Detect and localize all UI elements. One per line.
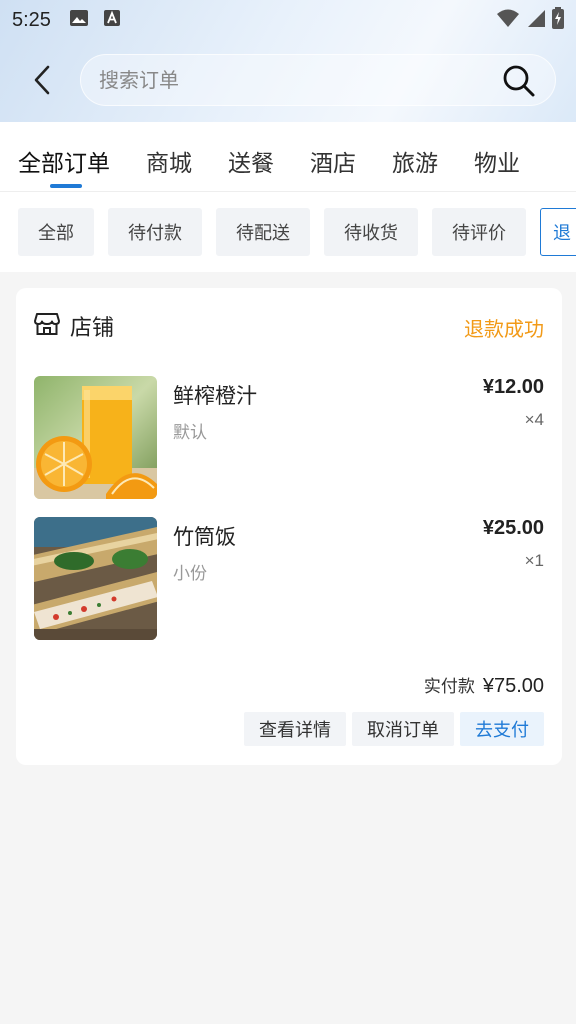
shop-name: 店铺 xyxy=(70,316,115,341)
tab-hotel[interactable]: 酒店 xyxy=(310,122,356,191)
signal-icon xyxy=(526,8,546,32)
search-header xyxy=(0,52,576,108)
filter-pending-receipt[interactable]: 待收货 xyxy=(324,208,418,256)
total-amount: ¥75.00 xyxy=(482,675,544,697)
filter-refund[interactable]: 退 xyxy=(540,208,576,256)
filter-pending-delivery[interactable]: 待配送 xyxy=(216,208,310,256)
search-box[interactable] xyxy=(80,54,556,106)
tab-mall[interactable]: 商城 xyxy=(146,122,192,191)
item-price: ¥25.00 xyxy=(482,517,544,539)
status-bar: 5:25 xyxy=(0,0,576,40)
order-actions: 查看详情 取消订单 去支付 xyxy=(244,712,544,746)
store-icon xyxy=(34,312,60,340)
status-time: 5:25 xyxy=(12,8,51,31)
item-spec: 默认 xyxy=(173,423,207,443)
view-details-button[interactable]: 查看详情 xyxy=(244,712,346,746)
item-price: ¥12.00 xyxy=(482,376,544,398)
filter-all[interactable]: 全部 xyxy=(18,208,94,256)
gallery-icon xyxy=(69,9,89,31)
tab-travel[interactable]: 旅游 xyxy=(392,122,438,191)
item-quantity: ×4 xyxy=(524,410,544,429)
text-input-icon xyxy=(103,9,121,31)
item-quantity: ×1 xyxy=(524,551,544,570)
order-status: 退款成功 xyxy=(464,317,544,341)
search-icon[interactable] xyxy=(501,63,537,99)
orange-juice-photo xyxy=(34,376,157,499)
tab-property[interactable]: 物业 xyxy=(474,122,520,191)
cancel-order-button[interactable]: 取消订单 xyxy=(352,712,454,746)
filter-pending-review[interactable]: 待评价 xyxy=(432,208,526,256)
total-label: 实付款 xyxy=(423,677,475,697)
shop-header[interactable]: 店铺 xyxy=(34,310,114,342)
item-name: 鲜榨橙汁 xyxy=(173,384,257,408)
order-total: 实付款 ¥75.00 xyxy=(424,672,544,698)
back-button[interactable] xyxy=(18,56,66,104)
search-input[interactable] xyxy=(99,68,479,92)
order-item[interactable]: 鲜榨橙汁 默认 ¥12.00 ×4 xyxy=(34,376,544,500)
back-arrow-icon xyxy=(34,65,50,95)
tab-food-delivery[interactable]: 送餐 xyxy=(228,122,274,191)
wifi-icon xyxy=(496,8,520,32)
tab-all-orders[interactable]: 全部订单 xyxy=(18,122,110,191)
order-item[interactable]: 竹筒饭 小份 ¥25.00 ×1 xyxy=(34,517,544,641)
bamboo-rice-photo xyxy=(34,517,157,640)
battery-icon xyxy=(552,7,564,33)
status-filter-bar: 全部 待付款 待配送 待收货 待评价 退 xyxy=(0,192,576,272)
order-card[interactable]: 店铺 退款成功 鲜榨橙汁 默认 ¥12.00 ×4 竹筒饭 小份 ¥25.00 … xyxy=(16,288,562,765)
item-name: 竹筒饭 xyxy=(173,525,236,549)
filter-pending-payment[interactable]: 待付款 xyxy=(108,208,202,256)
item-spec: 小份 xyxy=(173,564,207,584)
category-tabs: 全部订单 商城 送餐 酒店 旅游 物业 xyxy=(0,122,576,192)
pay-button[interactable]: 去支付 xyxy=(460,712,544,746)
